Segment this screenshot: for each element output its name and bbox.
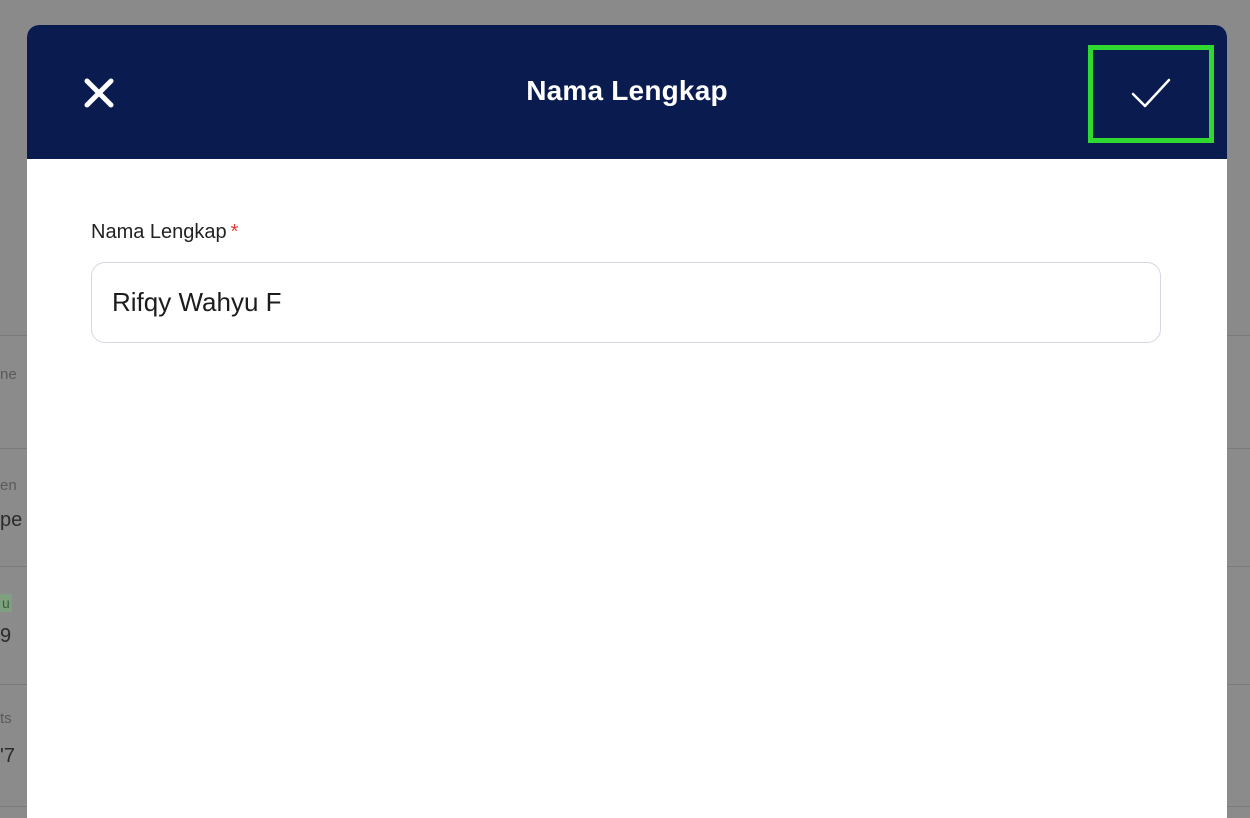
required-mark: *	[230, 221, 239, 243]
confirm-button[interactable]	[1088, 45, 1214, 143]
check-icon	[1131, 78, 1171, 108]
background-text-fragment: en	[0, 477, 17, 494]
field-label: Nama Lengkap *	[91, 221, 238, 244]
background-text-fragment: pe	[0, 509, 23, 531]
modal-title: Nama Lengkap	[526, 75, 728, 106]
background-text-fragment: ne	[0, 366, 17, 383]
background-text-fragment: ts	[0, 710, 12, 727]
edit-name-modal: Nama Lengkap Nama Lengkap *	[27, 25, 1227, 818]
full-name-input[interactable]	[91, 262, 1161, 343]
background-text-fragment: '7	[0, 745, 15, 767]
field-label-text: Nama Lengkap	[91, 221, 227, 243]
modal-header: Nama Lengkap	[27, 25, 1227, 159]
background-text-fragment: 9	[0, 625, 12, 647]
background-status-tag: u	[0, 594, 12, 612]
